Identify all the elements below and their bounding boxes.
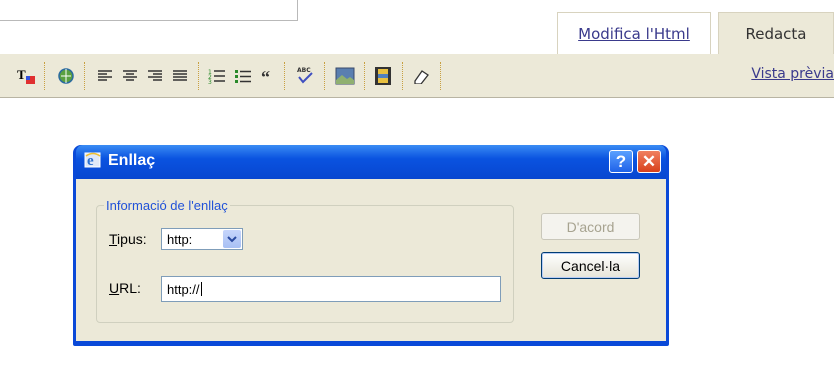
numbered-list-icon[interactable]: 123	[206, 66, 228, 86]
toolbar-separator	[364, 62, 365, 90]
svg-text:T: T	[17, 67, 26, 82]
type-label: Tipus:	[109, 231, 147, 247]
toolbar-separator	[198, 62, 199, 90]
url-input-value: http://	[167, 282, 200, 297]
toolbar-separator	[284, 62, 285, 90]
dialog-title: Enllaç	[108, 152, 156, 169]
align-left-icon[interactable]	[94, 66, 116, 86]
eraser-icon[interactable]	[410, 66, 432, 86]
text-caret	[200, 282, 202, 296]
tab-compose[interactable]: Redacta	[718, 12, 834, 54]
spellcheck-icon[interactable]: ABC	[294, 66, 316, 86]
toolbar-separator	[324, 62, 325, 90]
justify-icon[interactable]	[169, 66, 191, 86]
svg-text:“: “	[261, 69, 270, 83]
tab-compose-label: Redacta	[745, 24, 807, 43]
tab-edit-html[interactable]: Modifica l'Html	[557, 12, 711, 54]
link-info-legend: Informació de l'enllaç	[104, 198, 230, 213]
toolbar-separator	[440, 62, 441, 90]
close-button[interactable]: ✕	[637, 150, 661, 173]
link-icon[interactable]	[55, 66, 77, 86]
url-input[interactable]: http://	[161, 276, 501, 302]
link-info-group	[96, 205, 514, 323]
video-icon[interactable]	[372, 66, 394, 86]
ok-button-label: D'acord	[566, 218, 615, 235]
editor-toolbar: T 123 “ ABC Vista prèvia	[0, 54, 834, 98]
ie-icon: e	[84, 152, 101, 169]
font-color-icon[interactable]: T	[15, 66, 37, 86]
link-dialog: e Enllaç ? ✕ Informació de l'enllaç Tipu…	[73, 145, 669, 346]
svg-text:ABC: ABC	[297, 67, 311, 74]
url-label: URL:	[109, 280, 141, 296]
bullet-list-icon[interactable]	[232, 66, 254, 86]
svg-text:3: 3	[208, 79, 212, 84]
chevron-down-icon[interactable]	[223, 230, 241, 248]
align-right-icon[interactable]	[144, 66, 166, 86]
cancel-button[interactable]: Cancel·la	[541, 252, 640, 279]
close-icon: ✕	[641, 151, 657, 171]
dialog-body: Informació de l'enllaç Tipus: http: URL:…	[76, 179, 666, 341]
cancel-button-label: Cancel·la	[560, 257, 621, 274]
help-icon: ?	[615, 151, 627, 171]
post-title-input[interactable]	[0, 0, 298, 21]
type-select[interactable]: http:	[161, 228, 243, 250]
image-icon[interactable]	[334, 66, 356, 86]
toolbar-separator	[84, 62, 85, 90]
preview-link[interactable]: Vista prèvia	[751, 66, 834, 82]
toolbar-separator	[44, 62, 45, 90]
type-select-value: http:	[167, 232, 193, 247]
ok-button[interactable]: D'acord	[541, 213, 640, 240]
blockquote-icon[interactable]: “	[258, 66, 280, 86]
toolbar-separator	[402, 62, 403, 90]
dialog-titlebar[interactable]: e Enllaç ? ✕	[76, 145, 666, 179]
tab-edit-html-label[interactable]: Modifica l'Html	[578, 25, 690, 43]
align-center-icon[interactable]	[119, 66, 141, 86]
help-button[interactable]: ?	[609, 150, 633, 173]
